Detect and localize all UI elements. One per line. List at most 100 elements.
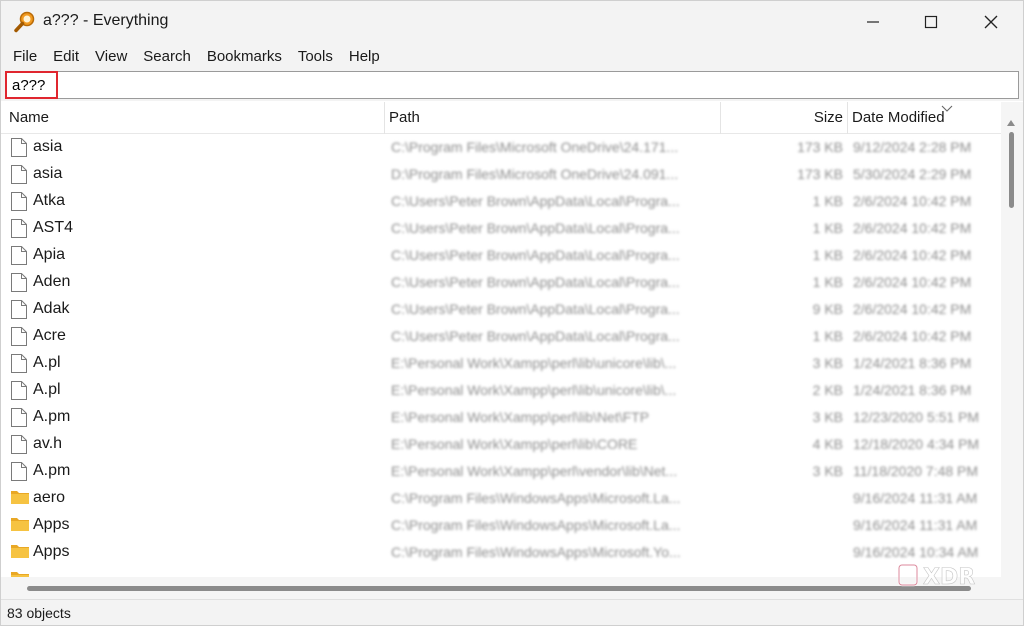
row-name: asia — [33, 165, 63, 182]
row-path: C:\Program Files\WindowsApps\Microsoft.L… — [391, 490, 681, 506]
column-header-date-modified[interactable]: Date Modified — [852, 102, 945, 134]
file-icon — [10, 461, 28, 482]
table-row[interactable]: Aden C:\Users\Peter Brown\AppData\Local\P… — [1, 269, 1001, 296]
menu-bookmarks[interactable]: Bookmarks — [199, 48, 290, 65]
table-row[interactable]: Adak C:\Users\Peter Brown\AppData\Local\P… — [1, 296, 1001, 323]
table-row[interactable]: Apps C:\Program Files\WindowsApps\Microso… — [1, 539, 1001, 566]
folder-icon — [10, 542, 29, 563]
row-size: 9 KB — [812, 301, 843, 317]
table-row[interactable]: Acre C:\Users\Peter Brown\AppData\Local\P… — [1, 323, 1001, 350]
row-date-modified: 9/16/2024 11:31 AM — [853, 490, 978, 506]
table-row[interactable]: asia D:\Program Files\Microsoft OneDrive\… — [1, 161, 1001, 188]
column-separator[interactable] — [847, 102, 848, 134]
row-date-modified: 12/23/2020 5:51 PM — [853, 409, 980, 425]
row-path: D:\Program Files\Microsoft OneDrive\24.0… — [391, 166, 679, 182]
minimize-button[interactable] — [843, 1, 903, 43]
file-icon — [10, 245, 28, 266]
row-path: E:\Personal Work\Xampp\perl\lib\unicore\… — [391, 382, 677, 398]
column-separator[interactable] — [720, 102, 721, 134]
table-row[interactable]: av.h E:\Personal Work\Xampp\perl\lib\CORE… — [1, 431, 1001, 458]
row-size: 1 KB — [812, 193, 843, 209]
row-path: C:\Users\Peter Brown\AppData\Local\Progr… — [391, 247, 680, 263]
scrollbar-corner — [1001, 577, 1023, 599]
file-icon — [10, 353, 28, 374]
file-icon — [10, 380, 28, 401]
column-header-name[interactable]: Name — [9, 102, 49, 134]
sort-descending-icon — [941, 100, 953, 118]
search-input[interactable] — [5, 71, 1019, 99]
row-path: C:\Program Files\WindowsApps\Microsoft.L… — [391, 517, 681, 533]
menu-file[interactable]: File — [5, 48, 45, 65]
file-icon — [10, 191, 28, 212]
row-size: 1 KB — [812, 328, 843, 344]
vertical-scroll-thumb[interactable] — [1009, 132, 1014, 208]
row-name: Apps — [33, 516, 70, 533]
minimize-icon — [867, 21, 879, 23]
row-name: A.pm — [33, 462, 71, 479]
file-icon — [10, 434, 28, 455]
row-size: 3 KB — [812, 355, 843, 371]
column-header-size[interactable]: Size — [761, 102, 843, 134]
row-name: A.pm — [33, 408, 71, 425]
row-date-modified: 9/16/2024 11:31 AM — [853, 517, 978, 533]
maximize-button[interactable] — [901, 1, 961, 43]
row-date-modified: 2/6/2024 10:42 PM — [853, 328, 972, 344]
close-button[interactable] — [961, 1, 1021, 43]
object-count: 83 objects — [7, 605, 71, 621]
row-size: 2 KB — [812, 382, 843, 398]
menu-bar: File Edit View Search Bookmarks Tools He… — [1, 43, 1023, 69]
row-size: 173 KB — [797, 139, 843, 155]
row-name: A.pl — [33, 354, 61, 371]
watermark-text: XDR — [923, 565, 975, 590]
table-row[interactable]: Apia C:\Users\Peter Brown\AppData\Local\P… — [1, 242, 1001, 269]
scroll-up-arrow-icon[interactable] — [1006, 114, 1016, 132]
row-name: A.pl — [33, 381, 61, 398]
menu-edit[interactable]: Edit — [45, 48, 87, 65]
table-row[interactable]: A.pm E:\Personal Work\Xampp\perl\lib\Net\… — [1, 404, 1001, 431]
table-row[interactable]: Apps C:\Program Files\WindowsApps\Microso… — [1, 512, 1001, 539]
file-icon — [10, 164, 28, 185]
table-row[interactable]: asia C:\Program Files\Microsoft OneDrive\… — [1, 134, 1001, 161]
row-date-modified: 2/6/2024 10:42 PM — [853, 193, 972, 209]
column-header-path[interactable]: Path — [389, 102, 420, 134]
file-icon — [10, 407, 28, 428]
menu-view[interactable]: View — [87, 48, 135, 65]
table-row[interactable]: aero C:\Program Files\WindowsApps\Microso… — [1, 485, 1001, 512]
row-date-modified: 9/16/2024 10:34 AM — [853, 544, 979, 560]
row-path: C:\Users\Peter Brown\AppData\Local\Progr… — [391, 328, 680, 344]
row-path: E:\Personal Work\Xampp\perl\vendor\lib\N… — [391, 463, 678, 479]
vertical-scrollbar[interactable] — [1001, 102, 1023, 577]
row-path: C:\Users\Peter Brown\AppData\Local\Progr… — [391, 193, 680, 209]
table-row[interactable]: A.pl E:\Personal Work\Xampp\perl\lib\unic… — [1, 377, 1001, 404]
table-row[interactable]: A.pm E:\Personal Work\Xampp\perl\vendor\l… — [1, 458, 1001, 485]
title-bar[interactable]: a??? - Everything — [1, 1, 1023, 43]
file-icon — [10, 326, 28, 347]
close-icon — [984, 15, 998, 29]
row-size: 1 KB — [812, 247, 843, 263]
menu-tools[interactable]: Tools — [290, 48, 341, 65]
table-row[interactable]: AST4 C:\Users\Peter Brown\AppData\Local\P… — [1, 215, 1001, 242]
folder-icon — [10, 515, 29, 536]
column-separator[interactable] — [384, 102, 385, 134]
status-bar: 83 objects — [1, 599, 1023, 625]
table-row[interactable] — [1, 566, 1001, 577]
row-path: E:\Personal Work\Xampp\perl\lib\unicore\… — [391, 355, 677, 371]
results-header: Name Path Size Date Modified — [1, 102, 1001, 134]
horizontal-scroll-thumb[interactable] — [27, 586, 971, 591]
row-size: 173 KB — [797, 166, 843, 182]
row-name: Acre — [33, 327, 66, 344]
row-name: av.h — [33, 435, 63, 452]
row-size: 3 KB — [812, 463, 843, 479]
row-name: Aden — [33, 273, 71, 290]
xdr-watermark-logo: XDR — [897, 561, 997, 591]
row-name: Atka — [33, 192, 66, 209]
row-path: C:\Users\Peter Brown\AppData\Local\Progr… — [391, 220, 680, 236]
menu-help[interactable]: Help — [341, 48, 388, 65]
menu-search[interactable]: Search — [135, 48, 199, 65]
table-row[interactable]: Atka C:\Users\Peter Brown\AppData\Local\P… — [1, 188, 1001, 215]
results-list: asia C:\Program Files\Microsoft OneDrive\… — [1, 134, 1001, 577]
table-row[interactable]: A.pl E:\Personal Work\Xampp\perl\lib\unic… — [1, 350, 1001, 377]
folder-icon — [10, 488, 29, 509]
horizontal-scrollbar[interactable] — [1, 577, 1001, 599]
row-name: Apia — [33, 246, 66, 263]
